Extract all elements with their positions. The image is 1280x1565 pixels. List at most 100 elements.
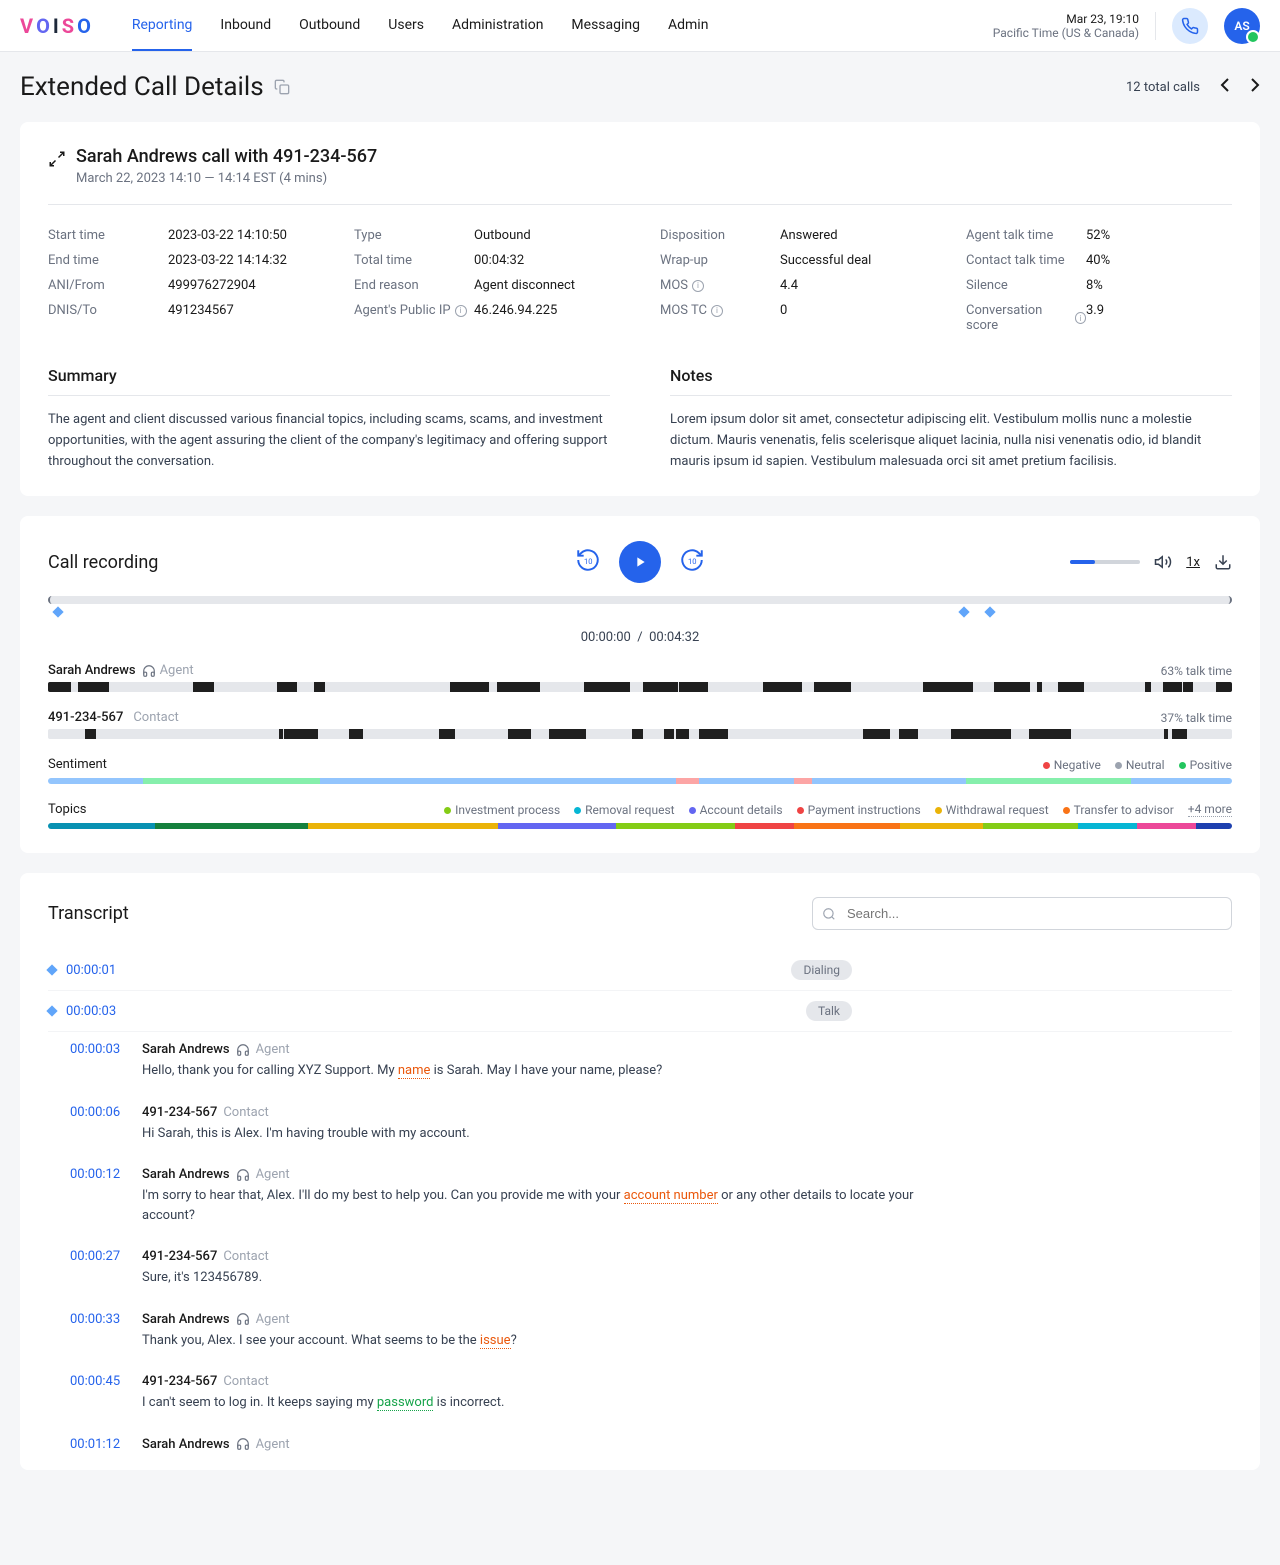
nav-reporting[interactable]: Reporting [132,1,193,51]
legend-item: Withdrawal request [935,803,1049,817]
line-speaker: 491-234-567 Contact [142,1249,269,1264]
time-display: Mar 23, 19:10 Pacific Time (US & Canada) [993,12,1156,40]
transcript-event: 00:00:01 Dialing [48,950,1232,991]
recording-title: Call recording [48,552,158,573]
highlight-keyword: password [377,1395,434,1411]
line-text: Thank you, Alex. I see your account. Wha… [142,1331,922,1351]
sentiment-section: Sentiment NegativeNeutralPositive [48,757,1232,772]
nav-messaging[interactable]: Messaging [571,1,640,51]
legend-item: Positive [1179,758,1232,772]
meta-row: Type Outbound [354,223,620,248]
prev-call-button[interactable] [1220,78,1230,96]
topics-section: Topics Investment processRemoval request… [48,802,1232,817]
legend-item: Neutral [1115,758,1165,772]
call-details-card: Sarah Andrews call with 491-234-567 Marc… [20,122,1260,496]
meta-row: Start time 2023-03-22 14:10:50 [48,223,314,248]
volume-slider[interactable] [1070,560,1140,564]
transcript-search-input[interactable] [812,897,1232,930]
agent-track: Sarah Andrews Agent 63% talk time [48,663,1232,692]
line-speaker: Sarah Andrews Agent [142,1042,290,1057]
legend-item: Removal request [574,803,674,817]
line-time[interactable]: 00:00:12 [70,1167,130,1225]
timeline[interactable]: 00:00:00 / 00:04:32 [48,596,1232,645]
event-badge: Dialing [791,960,852,980]
line-time[interactable]: 00:00:33 [70,1312,130,1351]
event-time[interactable]: 00:00:01 [66,963,126,978]
line-time[interactable]: 00:00:45 [70,1374,130,1413]
total-calls: 12 total calls [1126,80,1200,95]
summary-body: The agent and client discussed various f… [48,410,610,472]
legend-item: Transfer to advisor [1063,803,1174,817]
meta-row: Wrap-up Successful deal [660,248,926,273]
download-icon[interactable] [1214,553,1232,571]
highlight-keyword: account number [624,1188,718,1204]
transcript-line: 00:00:33 Sarah Andrews Agent Thank you, … [48,1302,1232,1365]
meta-row: DNIS/To 491234567 [48,298,314,323]
headset-icon [236,1168,250,1182]
legend-item: Account details [689,803,783,817]
pager: 12 total calls [1126,78,1260,96]
headset-icon [236,1043,250,1057]
transcript-event: 00:00:03 Talk [48,991,1232,1032]
line-time[interactable]: 00:01:12 [70,1437,130,1456]
phone-button[interactable] [1172,8,1208,44]
nav-admin[interactable]: Admin [668,1,708,51]
line-text: I can't seem to log in. It keeps saying … [142,1393,922,1413]
transcript-line: 00:00:03 Sarah Andrews Agent Hello, than… [48,1032,1232,1095]
info-icon: i [1075,312,1086,324]
copy-icon[interactable] [274,79,290,95]
info-icon: i [711,305,723,317]
playback-speed[interactable]: 1x [1186,555,1200,570]
line-text: I'm sorry to hear that, Alex. I'll do my… [142,1186,922,1225]
phone-icon [1181,17,1199,35]
line-time[interactable]: 00:00:27 [70,1249,130,1288]
play-icon [632,554,648,570]
call-metadata: Start time 2023-03-22 14:10:50End time 2… [48,223,1232,338]
call-direction-icon [48,150,66,168]
line-speaker: Sarah Andrews Agent [142,1437,290,1452]
svg-text:10: 10 [584,557,593,566]
forward-10-button[interactable]: 10 [679,547,705,577]
nav-inbound[interactable]: Inbound [220,1,271,51]
volume-icon[interactable] [1154,553,1172,571]
line-text: Sure, it's 123456789. [142,1268,922,1288]
meta-row: Silence 8% [966,273,1232,298]
transcript-line: 00:00:12 Sarah Andrews Agent I'm sorry t… [48,1157,1232,1239]
legend-item: Negative [1043,758,1101,772]
main-nav: Reporting Inbound Outbound Users Adminis… [132,1,709,51]
transcript-card: Transcript 00:00:01Dialing00:00:03Talk 0… [20,873,1260,1470]
rewind-icon: 10 [575,547,601,573]
headset-icon [236,1437,250,1451]
forward-icon: 10 [679,547,705,573]
timeline-time: 00:00:00 / 00:04:32 [48,630,1232,645]
line-time[interactable]: 00:00:06 [70,1105,130,1144]
event-time[interactable]: 00:00:03 [66,1004,126,1019]
meta-row: End reason Agent disconnect [354,273,620,298]
next-call-button[interactable] [1250,78,1260,96]
topics-more-link[interactable]: +4 more [1188,802,1232,817]
line-time[interactable]: 00:00:03 [70,1042,130,1081]
legend-item: Investment process [444,803,560,817]
rewind-10-button[interactable]: 10 [575,547,601,577]
call-subtitle: March 22, 2023 14:10 — 14:14 EST (4 mins… [76,171,377,186]
nav-outbound[interactable]: Outbound [299,1,360,51]
sentiment-bar [48,778,1232,784]
notes-title: Notes [670,366,1232,396]
recording-card: Call recording 10 10 1x [20,516,1260,853]
transcript-line: 00:00:06 491-234-567 Contact Hi Sarah, t… [48,1095,1232,1158]
legend-item: Payment instructions [797,803,921,817]
event-marker-icon [46,965,57,976]
nav-users[interactable]: Users [388,1,424,51]
nav-administration[interactable]: Administration [452,1,543,51]
chevron-left-icon [1220,78,1230,92]
search-icon [822,907,836,921]
headset-icon [236,1312,250,1326]
play-button[interactable] [619,541,661,583]
event-badge: Talk [806,1001,852,1021]
info-icon: i [455,305,467,317]
summary-section: Summary The agent and client discussed v… [48,366,610,472]
notes-section: Notes Lorem ipsum dolor sit amet, consec… [670,366,1232,472]
user-avatar[interactable]: AS [1224,8,1260,44]
line-text: Hi Sarah, this is Alex. I'm having troub… [142,1124,922,1144]
topics-bar [48,823,1232,829]
